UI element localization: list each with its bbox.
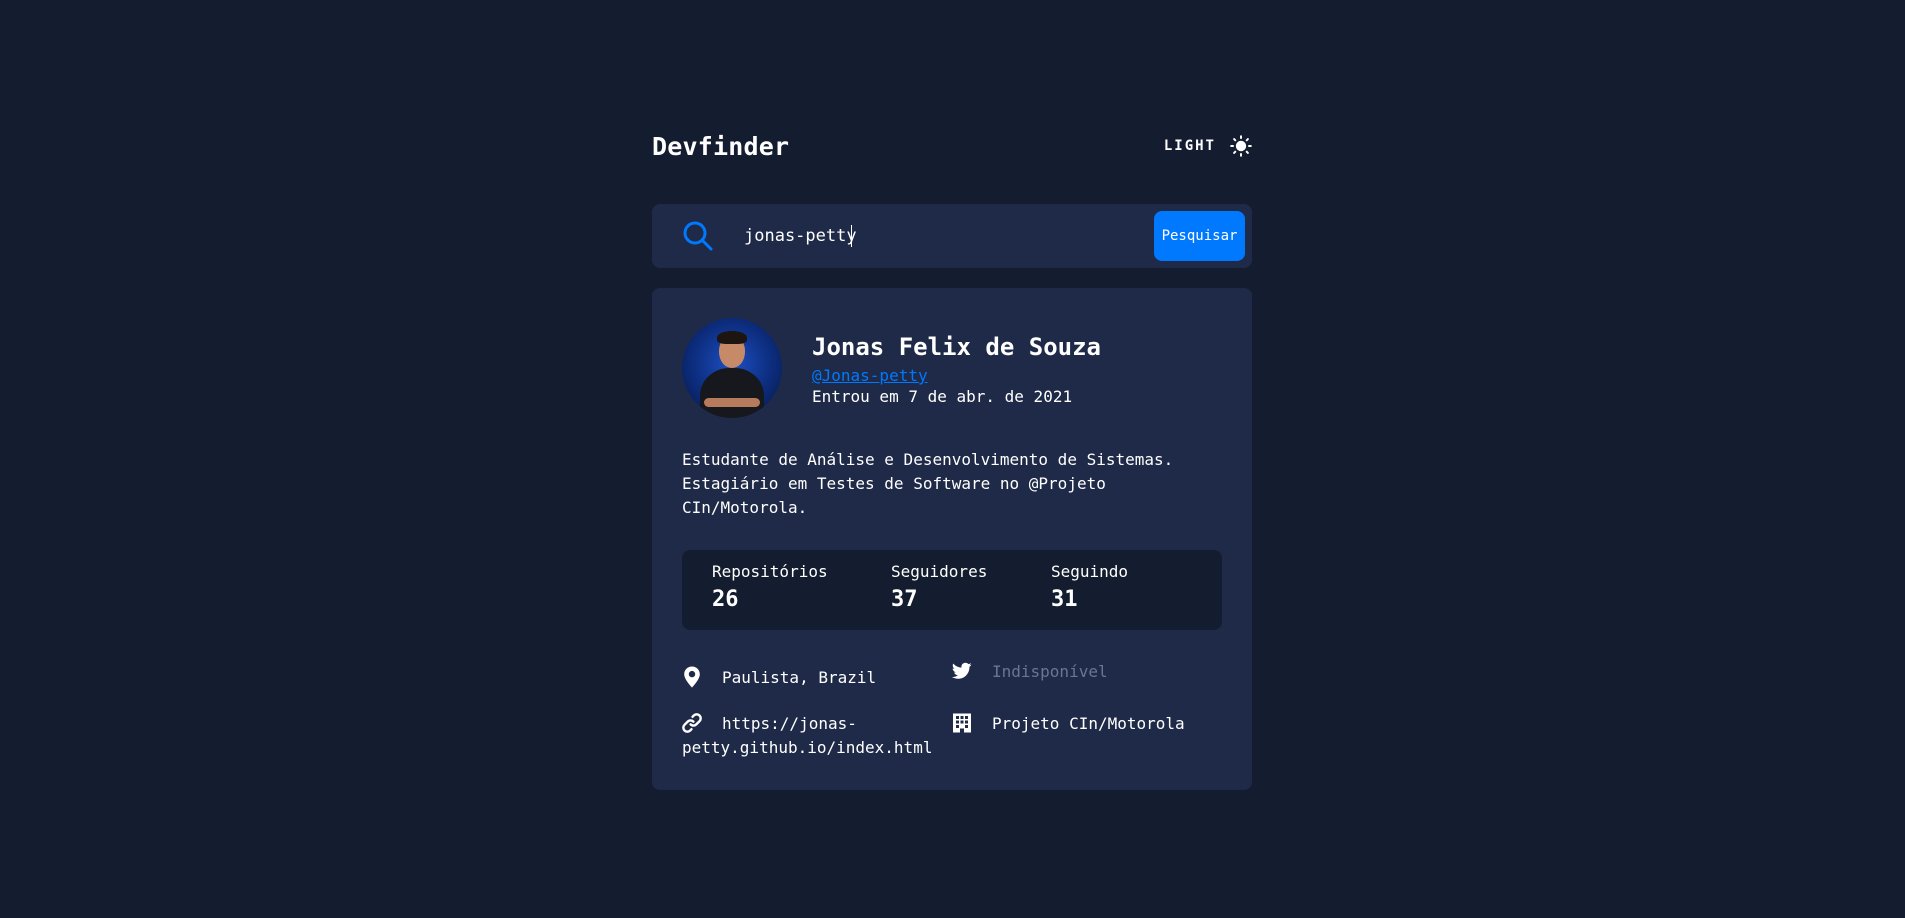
search-bar: Pesquisar — [652, 204, 1252, 268]
app-logo: Devfinder — [652, 131, 790, 161]
header: Devfinder LIGHT — [652, 130, 1252, 162]
avatar-arms — [704, 398, 760, 407]
avatar — [682, 318, 782, 418]
profile-login-link[interactable]: @Jonas-petty — [812, 366, 928, 386]
stat-repos-label: Repositórios — [712, 562, 828, 581]
avatar-body — [700, 368, 764, 418]
location-item: Paulista, Brazil — [682, 666, 922, 690]
link-icon — [682, 713, 702, 733]
profile-bio: Estudante de Análise e Desenvolvimento d… — [682, 450, 1174, 517]
profile-header: Jonas Felix de Souza @Jonas-petty Entrou… — [682, 318, 1222, 418]
avatar-hair — [717, 331, 747, 344]
stat-following-label: Seguindo — [1051, 562, 1129, 581]
twitter-text: Indisponível — [992, 662, 1108, 681]
theme-toggle-label[interactable]: LIGHT — [1164, 138, 1216, 154]
blog-item[interactable]: https://jonas-petty.github.io/index.html — [682, 712, 942, 760]
stat-following-value: 31 — [1051, 587, 1078, 612]
stats-panel: Repositórios 26 Seguidores 37 Seguindo 3… — [682, 550, 1222, 630]
profile-name: Jonas Felix de Souza — [812, 333, 1101, 361]
location-text: Paulista, Brazil — [722, 668, 877, 687]
profile-links: Paulista, Brazil Indisponível https://jo… — [682, 660, 1222, 770]
stat-repos: Repositórios 26 — [712, 562, 828, 616]
text-caret — [851, 225, 852, 247]
stat-followers: Seguidores 37 — [891, 562, 987, 616]
twitter-item: Indisponível — [952, 660, 1212, 684]
building-icon — [953, 713, 971, 733]
stat-repos-value: 26 — [712, 587, 739, 612]
location-pin-icon — [684, 666, 700, 688]
profile-joined-date: Entrou em 7 de abr. de 2021 — [812, 387, 1073, 406]
company-text: Projeto CIn/Motorola — [992, 714, 1185, 733]
stat-following: Seguindo 31 — [1051, 562, 1128, 616]
search-input[interactable] — [744, 220, 1154, 252]
search-icon — [683, 221, 713, 251]
profile-info: Jonas Felix de Souza @Jonas-petty Entrou… — [812, 332, 1101, 408]
stat-followers-label: Seguidores — [891, 562, 988, 581]
profile-card: Jonas Felix de Souza @Jonas-petty Entrou… — [652, 288, 1252, 790]
sun-icon[interactable] — [1230, 135, 1252, 157]
theme-toggle-button[interactable]: LIGHT — [1164, 135, 1252, 157]
blog-link[interactable]: https://jonas-petty.github.io/index.html — [682, 712, 942, 760]
twitter-icon — [952, 662, 972, 679]
stat-followers-value: 37 — [891, 587, 918, 612]
devfinder-app: Devfinder LIGHT jonas-petty Pesquisar Jo… — [652, 130, 1252, 790]
search-button[interactable]: Pesquisar — [1154, 211, 1245, 261]
company-item: Projeto CIn/Motorola — [952, 712, 1222, 736]
